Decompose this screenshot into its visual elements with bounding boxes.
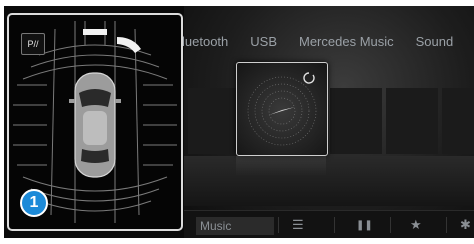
car-top-view-icon	[69, 72, 121, 178]
divider	[278, 217, 279, 233]
album-tile[interactable]	[442, 88, 474, 154]
album-reflection	[236, 156, 326, 176]
callout-number-badge: 1	[20, 189, 48, 217]
media-floor	[184, 156, 474, 206]
front-right-sensor-segment	[117, 37, 141, 53]
media-control-bar: Music ☰ ❚❚ ★ ✱	[184, 210, 474, 238]
album-tile[interactable]	[188, 88, 240, 154]
divider	[446, 217, 447, 233]
media-source-tabs: luetooth USB Mercedes Music Sound	[182, 34, 454, 49]
playlist-icon[interactable]: ☰	[292, 217, 304, 233]
album-cover[interactable]	[236, 62, 328, 156]
refresh-icon	[303, 72, 315, 84]
tab-bluetooth[interactable]: luetooth	[182, 34, 228, 49]
divider	[334, 217, 335, 233]
divider	[390, 217, 391, 233]
tab-mercedes-music[interactable]: Mercedes Music	[299, 34, 394, 49]
pause-icon[interactable]: ❚❚	[356, 220, 373, 231]
music-button[interactable]: Music	[196, 217, 274, 235]
settings-icon[interactable]: ✱	[460, 217, 471, 233]
tab-sound[interactable]: Sound	[416, 34, 454, 49]
speaker-logo-icon	[269, 107, 295, 115]
album-tile[interactable]	[386, 88, 438, 154]
park-mode-button[interactable]: P//	[21, 33, 45, 55]
album-tile[interactable]	[330, 88, 382, 154]
tab-usb[interactable]: USB	[250, 34, 277, 49]
star-icon[interactable]: ★	[410, 217, 422, 233]
front-sensor-segment	[83, 29, 107, 35]
